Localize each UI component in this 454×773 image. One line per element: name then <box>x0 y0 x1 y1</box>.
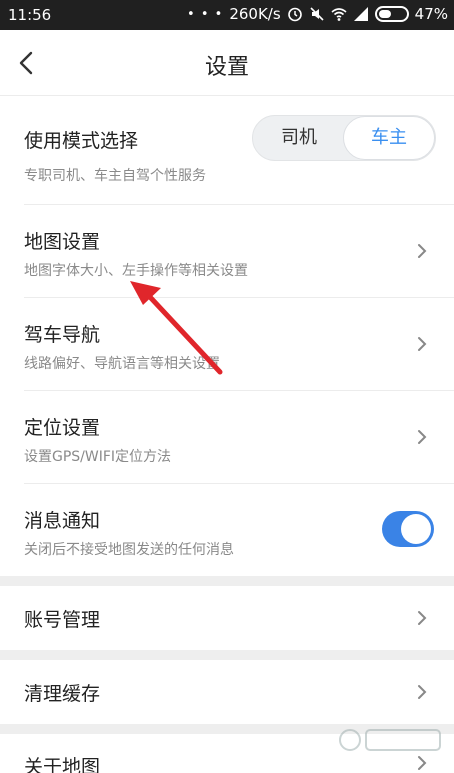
mode-option-driver[interactable]: 司机 <box>253 116 345 160</box>
settings-item-title: 账号管理 <box>24 609 101 631</box>
toggle-knob <box>401 514 431 544</box>
mode-segmented-control: 司机 车主 <box>252 115 436 161</box>
nav-bar: 设置 <box>0 30 454 96</box>
settings-item-subtitle: 关闭后不接受地图发送的任何消息 <box>24 542 234 558</box>
wifi-icon <box>331 8 347 21</box>
page-title: 设置 <box>204 55 249 80</box>
baidu-watermark-logo <box>339 729 441 751</box>
settings-item-subtitle: 地图字体大小、左手操作等相关设置 <box>24 263 248 279</box>
mute-icon <box>310 7 324 21</box>
battery-level: 47% <box>414 5 448 23</box>
settings-item-title: 定位设置 <box>24 417 101 439</box>
settings-item-title: 关于地图 <box>24 756 101 773</box>
settings-item-title: 地图设置 <box>24 231 101 253</box>
settings-item-navigation[interactable]: 驾车导航 线路偏好、导航语言等相关设置 <box>0 298 454 390</box>
settings-item-account[interactable]: 账号管理 <box>0 586 454 650</box>
alarm-icon <box>287 7 302 22</box>
status-bar: 11:56 • • • 260K/s 47% <box>0 0 454 30</box>
settings-item-title: 驾车导航 <box>24 324 101 346</box>
chevron-right-icon <box>418 337 427 351</box>
signal-icon <box>353 7 368 21</box>
clock: 11:56 <box>8 6 52 24</box>
battery-icon <box>374 6 409 22</box>
chevron-right-icon <box>418 244 427 258</box>
chevron-right-icon <box>418 685 427 699</box>
mode-selection-description: 专职司机、车主自驾个性服务 <box>24 168 206 184</box>
settings-item-location[interactable]: 定位设置 设置GPS/WIFI定位方法 <box>0 391 454 483</box>
section-gap <box>0 650 454 660</box>
mode-selection-label: 使用模式选择 <box>24 130 139 152</box>
chevron-right-icon <box>418 611 427 625</box>
section-gap <box>0 576 454 586</box>
notification-dots: • • • <box>187 6 224 22</box>
settings-item-map[interactable]: 地图设置 地图字体大小、左手操作等相关设置 <box>0 205 454 297</box>
settings-item-subtitle: 线路偏好、导航语言等相关设置 <box>24 356 220 372</box>
chevron-right-icon <box>418 430 427 444</box>
network-speed: 260K/s <box>229 5 281 23</box>
settings-item-title: 清理缓存 <box>24 683 101 705</box>
settings-item-clear-cache[interactable]: 清理缓存 <box>0 660 454 724</box>
notifications-toggle[interactable] <box>382 511 434 547</box>
settings-item-subtitle: 设置GPS/WIFI定位方法 <box>24 449 172 465</box>
settings-item-title: 消息通知 <box>24 510 101 532</box>
mode-option-car-owner[interactable]: 车主 <box>343 116 435 160</box>
